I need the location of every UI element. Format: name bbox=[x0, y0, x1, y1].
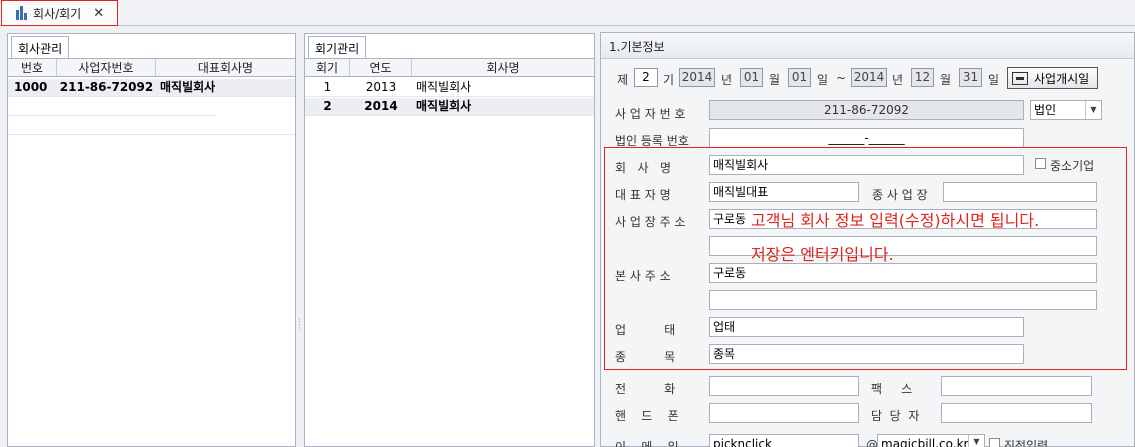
sme-label: 중소기업 bbox=[1050, 159, 1095, 173]
mobile-label: 핸 드 폰 bbox=[615, 409, 679, 423]
tab-company-period[interactable]: 회사/회기 ✕ bbox=[1, 0, 118, 26]
start-day-input[interactable]: 01 bbox=[788, 68, 811, 87]
start-year-input[interactable]: 2014 bbox=[679, 68, 715, 87]
corp-reg-field[interactable]: ______-______ bbox=[709, 128, 1024, 148]
end-day-input[interactable]: 31 bbox=[959, 68, 982, 87]
chart-icon bbox=[16, 6, 30, 20]
chevron-down-icon[interactable]: ▼ bbox=[1085, 101, 1101, 119]
manager-label: 담 당 자 bbox=[871, 409, 920, 423]
item-field[interactable]: 종목 bbox=[709, 344, 1024, 364]
email-domain-value: magicbill.co.kr bbox=[881, 437, 969, 447]
branch-label: 종 사 업 장 bbox=[872, 188, 928, 202]
mobile-field[interactable] bbox=[709, 403, 859, 423]
hq-addr2-field[interactable] bbox=[709, 290, 1097, 310]
range-tilde: ~ bbox=[836, 71, 847, 85]
col-header-year[interactable]: 연도 bbox=[350, 59, 412, 76]
period-number-input[interactable]: 2 bbox=[634, 68, 658, 87]
period-unit: 기 bbox=[663, 73, 675, 87]
biz-type-label: 업 태 bbox=[615, 323, 676, 337]
fax-label: 팩 스 bbox=[871, 382, 913, 396]
email-domain-select[interactable]: magicbill.co.kr ▼ bbox=[877, 434, 985, 447]
table-row[interactable]: 1000 211-86-72092 매직빌회사 bbox=[8, 79, 295, 97]
tab-company-management[interactable]: 회사관리 bbox=[11, 36, 70, 58]
help-note-line2: 저장은 엔터키입니다. bbox=[751, 245, 894, 264]
end-year-input[interactable]: 2014 bbox=[851, 68, 887, 87]
day-unit: 일 bbox=[988, 73, 1000, 87]
direct-input-checkbox[interactable] bbox=[989, 438, 1000, 447]
table-row-empty[interactable] bbox=[8, 98, 216, 116]
biz-addr-label: 사 업 장 주 소 bbox=[615, 215, 686, 229]
company-name-field[interactable]: 매직빌회사 bbox=[709, 155, 1024, 175]
direct-input-label: 직접입력 bbox=[1004, 439, 1049, 447]
month-unit: 월 bbox=[940, 73, 952, 87]
document-tab-strip: 회사/회기 ✕ bbox=[0, 0, 1135, 26]
col-header-company[interactable]: 회사명 bbox=[412, 59, 594, 76]
year-unit: 년 bbox=[721, 73, 733, 87]
splitter-handle[interactable]: · · · · bbox=[298, 316, 301, 333]
table-row[interactable]: 2 2014 매직빌회사 bbox=[305, 98, 594, 116]
day-unit: 일 bbox=[817, 73, 829, 87]
corp-type-value: 법인 bbox=[1034, 103, 1057, 117]
hq-addr-field[interactable]: 구로동 bbox=[709, 263, 1097, 283]
biz-type-field[interactable]: 업태 bbox=[709, 317, 1024, 337]
end-month-input[interactable]: 12 bbox=[911, 68, 934, 87]
branch-field[interactable] bbox=[943, 182, 1097, 202]
ceo-label: 대 표 자 명 bbox=[615, 188, 671, 202]
help-note-line1: 고객님 회사 정보 입력(수정)하시면 됩니다. bbox=[751, 211, 1040, 230]
close-icon[interactable]: ✕ bbox=[93, 6, 104, 21]
table-row-empty[interactable] bbox=[8, 117, 295, 135]
col-header-name[interactable]: 대표회사명 bbox=[156, 59, 295, 76]
period-grid-header: 회기 연도 회사명 bbox=[305, 58, 594, 77]
phone-label: 전 화 bbox=[615, 382, 676, 396]
table-row[interactable]: 1 2013 매직빌회사 bbox=[305, 79, 594, 97]
period-panel: 회기관리 회기 연도 회사명 1 2013 매직빌회사 2 2014 매직빌회사 bbox=[304, 33, 595, 447]
hq-addr-label: 본 사 주 소 bbox=[615, 269, 671, 283]
phone-field[interactable] bbox=[709, 376, 859, 396]
col-header-period[interactable]: 회기 bbox=[305, 59, 350, 76]
sme-checkbox[interactable] bbox=[1035, 158, 1046, 169]
manager-field[interactable] bbox=[941, 403, 1092, 423]
ceo-name-field[interactable]: 매직빌대표 bbox=[709, 182, 859, 202]
year-unit: 년 bbox=[892, 73, 904, 87]
tab-period-management[interactable]: 회기관리 bbox=[308, 36, 367, 58]
tab-label: 회사/회기 bbox=[33, 6, 82, 21]
chevron-down-icon[interactable]: ▼ bbox=[968, 435, 984, 447]
email-id-field[interactable]: picknclick bbox=[709, 434, 859, 447]
period-prefix: 제 bbox=[617, 73, 629, 87]
biz-no-field[interactable]: 211-86-72092 bbox=[709, 100, 1024, 120]
month-unit: 월 bbox=[769, 73, 781, 87]
fax-field[interactable] bbox=[941, 376, 1092, 396]
col-header-no[interactable]: 번호 bbox=[8, 59, 57, 76]
business-start-date-button[interactable]: 사업개시일 bbox=[1007, 67, 1098, 89]
biz-no-label: 사 업 자 번 호 bbox=[615, 107, 686, 121]
col-header-bizno[interactable]: 사업자번호 bbox=[57, 59, 156, 76]
calendar-icon bbox=[1012, 71, 1028, 85]
start-month-input[interactable]: 01 bbox=[740, 68, 763, 87]
button-label: 사업개시일 bbox=[1034, 71, 1090, 86]
company-name-label: 회 사 명 bbox=[615, 161, 672, 175]
corp-type-select[interactable]: 법인 ▼ bbox=[1030, 100, 1102, 120]
company-grid-header: 번호 사업자번호 대표회사명 bbox=[8, 58, 295, 77]
email-label: 이 메 일 bbox=[615, 440, 679, 447]
section-title: 1.기본정보 bbox=[601, 33, 1134, 59]
company-panel: 회사관리 번호 사업자번호 대표회사명 1000 211-86-72092 매직… bbox=[7, 33, 296, 447]
item-label: 종 목 bbox=[615, 350, 676, 364]
